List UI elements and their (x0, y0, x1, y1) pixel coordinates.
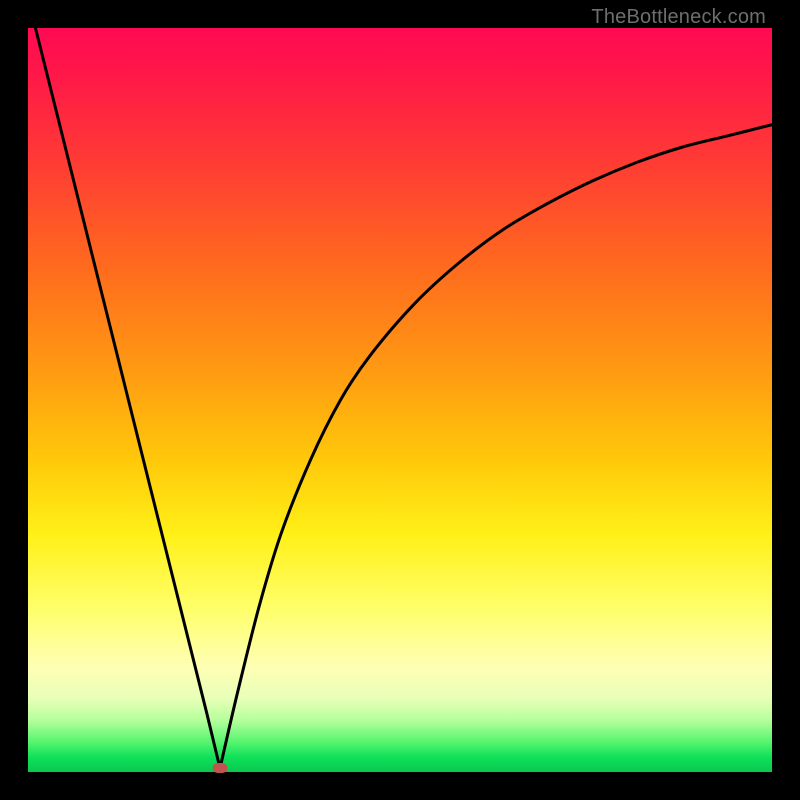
optimal-point-marker (213, 763, 228, 773)
watermark-text: TheBottleneck.com (591, 6, 766, 29)
chart-gradient-bg (28, 28, 772, 772)
chart-frame (28, 28, 772, 772)
